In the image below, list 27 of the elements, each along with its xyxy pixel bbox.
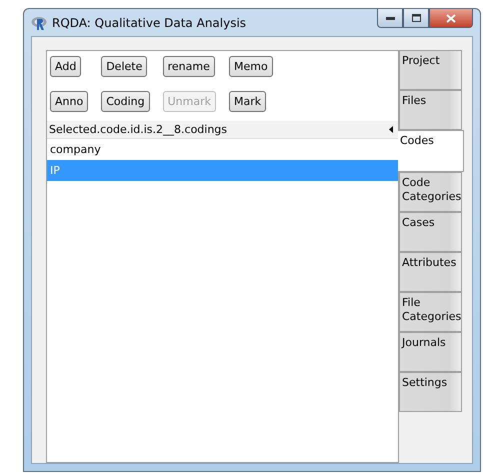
r-logo-icon xyxy=(31,16,47,30)
maximize-icon xyxy=(412,14,420,22)
list-header-text: Selected.code.id.is.2__8.codings xyxy=(49,123,228,136)
maximize-button[interactable] xyxy=(403,9,429,28)
minimize-icon xyxy=(386,16,394,20)
toolbar-button[interactable]: Memo xyxy=(228,56,273,77)
window-title: RQDA: Qualitative Data Analysis xyxy=(52,16,246,30)
side-tab[interactable]: Files xyxy=(399,90,462,130)
toolbar-button[interactable]: Delete xyxy=(101,56,148,77)
side-tab[interactable]: Attributes xyxy=(399,252,462,292)
side-tab[interactable]: Journals xyxy=(399,332,462,372)
toolbar-button[interactable]: Add xyxy=(50,56,82,77)
list-item[interactable]: company xyxy=(47,139,398,160)
side-tab[interactable]: Code Categories xyxy=(399,172,462,212)
toolbar-button[interactable]: Coding xyxy=(101,91,150,112)
close-icon xyxy=(446,14,456,22)
scroll-left-icon[interactable] xyxy=(389,126,393,133)
toolbar-button[interactable]: Mark xyxy=(228,91,266,112)
toolbar-button[interactable]: rename xyxy=(162,56,215,77)
close-button[interactable] xyxy=(429,9,473,28)
side-tab[interactable]: Settings xyxy=(399,372,462,412)
toolbar-button[interactable]: Anno xyxy=(50,91,88,112)
minimize-button[interactable] xyxy=(377,9,403,28)
side-tab[interactable]: Codes xyxy=(398,130,464,172)
side-tab[interactable]: File Categories xyxy=(399,292,462,332)
side-tab[interactable]: Cases xyxy=(399,212,462,252)
side-tab[interactable]: Project xyxy=(399,50,462,90)
